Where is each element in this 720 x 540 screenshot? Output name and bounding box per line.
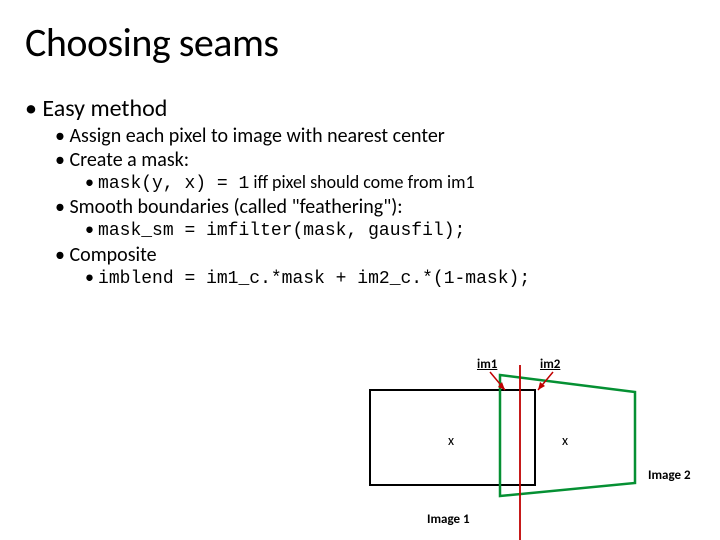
center-marker-2: x <box>562 432 568 449</box>
slide-body: Easy method Assign each pixel to image w… <box>25 95 695 291</box>
callout-im1-arrow <box>498 382 505 390</box>
bullet-l2-composite: Composite <box>55 243 695 267</box>
code-smooth: mask_sm = imfilter(mask, gausfil); <box>98 221 465 241</box>
label-im2: im2 <box>540 357 560 372</box>
bullet-l2-mask: Create a mask: <box>55 148 695 172</box>
label-im1: im1 <box>477 357 497 372</box>
bullet-l3-mask-expr: mask(y, x) = 1 iff pixel should come fro… <box>85 172 695 196</box>
bullet-l2-assign: Assign each pixel to image with nearest … <box>55 124 695 148</box>
callout-im1-line <box>490 372 505 390</box>
callout-im2-line <box>538 372 553 390</box>
slide: Choosing seams Easy method Assign each p… <box>0 0 720 540</box>
code-composite: imblend = im1_c.*mask + im2_c.*(1-mask); <box>98 269 530 289</box>
code-mask: mask(y, x) = 1 <box>98 174 249 194</box>
bullet-l3-smooth-code: mask_sm = imfilter(mask, gausfil); <box>85 219 695 243</box>
slide-title: Choosing seams <box>25 18 279 67</box>
center-marker-1: x <box>448 432 454 449</box>
label-image2: Image 2 <box>648 468 691 483</box>
bullet-l1: Easy method <box>25 95 695 124</box>
bullet-l2-smooth: Smooth boundaries (called "feathering"): <box>55 195 695 219</box>
callout-im2-arrow <box>538 382 545 390</box>
label-image1: Image 1 <box>427 512 470 527</box>
bullet-l3-composite-code: imblend = im1_c.*mask + im2_c.*(1-mask); <box>85 267 695 291</box>
text-mask-desc: iff pixel should come from im1 <box>249 171 474 193</box>
